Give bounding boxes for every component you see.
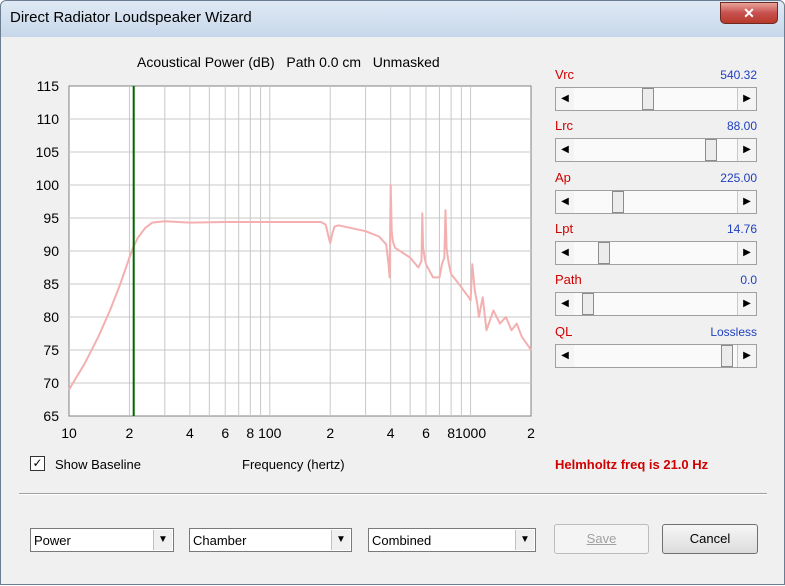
slider-lrc[interactable]: ◀ ▶	[555, 138, 757, 162]
control-label-lpt: Lpt	[555, 221, 574, 236]
y-tick-label: 115	[37, 78, 60, 94]
x-tick-label: 2	[527, 425, 535, 441]
chart-title: Acoustical Power (dB) Path 0.0 cm Unmask…	[137, 54, 440, 70]
chevron-down-icon[interactable]: ▼	[153, 530, 172, 550]
control-value-vrc: 540.32	[720, 68, 757, 82]
show-baseline-label[interactable]: Show Baseline	[55, 457, 141, 472]
y-tick-label: 65	[43, 408, 59, 424]
helmholtz-frequency-text: Helmholtz freq is 21.0 Hz	[555, 457, 709, 472]
control-value-ap: 225.00	[720, 171, 757, 185]
control-value-ql: Lossless	[710, 325, 757, 339]
slider-ap[interactable]: ◀ ▶	[555, 190, 757, 214]
control-value-lpt: 14.76	[726, 222, 757, 236]
scroll-track[interactable]	[574, 191, 738, 213]
control-label-vrc: Vrc	[555, 67, 575, 82]
y-tick-label: 90	[43, 243, 59, 259]
scroll-track[interactable]	[574, 139, 738, 161]
scroll-thumb[interactable]	[721, 345, 733, 367]
x-tick-label: 8	[246, 425, 254, 441]
scroll-left-arrow-icon[interactable]: ◀	[556, 345, 575, 367]
scroll-right-arrow-icon[interactable]: ▶	[737, 88, 756, 110]
scroll-left-arrow-icon[interactable]: ◀	[556, 88, 575, 110]
scroll-right-arrow-icon[interactable]: ▶	[737, 242, 756, 264]
x-tick-label: 2	[326, 425, 334, 441]
save-button[interactable]: Save	[554, 524, 649, 554]
control-label-path: Path	[555, 272, 582, 287]
slider-lpt[interactable]: ◀ ▶	[555, 241, 757, 265]
x-tick-label: 4	[387, 425, 395, 441]
x-tick-label: 10	[61, 425, 77, 441]
scroll-track[interactable]	[574, 293, 738, 315]
component-value: Combined	[372, 533, 432, 548]
y-tick-label: 100	[36, 177, 60, 193]
component-dropdown[interactable]: Combined ▼	[368, 528, 536, 552]
scroll-thumb[interactable]	[642, 88, 654, 110]
scroll-thumb[interactable]	[598, 242, 610, 264]
x-tick-label: 4	[186, 425, 194, 441]
x-tick-label: 2	[126, 425, 134, 441]
y-tick-label: 95	[43, 210, 59, 226]
slider-path[interactable]: ◀ ▶	[555, 292, 757, 316]
environment-dropdown[interactable]: Chamber ▼	[189, 528, 352, 552]
y-tick-label: 75	[43, 342, 59, 358]
show-baseline-checkbox[interactable]: ✓	[30, 456, 45, 471]
x-tick-label: 6	[221, 425, 229, 441]
chevron-down-icon[interactable]: ▼	[331, 530, 350, 550]
y-tick-label: 80	[43, 309, 59, 325]
scroll-right-arrow-icon[interactable]: ▶	[737, 345, 756, 367]
y-tick-label: 110	[37, 111, 60, 127]
scroll-right-arrow-icon[interactable]: ▶	[737, 139, 756, 161]
slider-vrc[interactable]: ◀ ▶	[555, 87, 757, 111]
divider	[19, 493, 767, 495]
scroll-left-arrow-icon[interactable]: ◀	[556, 191, 575, 213]
scroll-track[interactable]	[574, 345, 738, 367]
scroll-left-arrow-icon[interactable]: ◀	[556, 242, 575, 264]
x-tick-label: 6	[422, 425, 430, 441]
chevron-down-icon[interactable]: ▼	[515, 530, 534, 550]
control-label-lrc: Lrc	[555, 118, 574, 133]
scroll-thumb[interactable]	[582, 293, 594, 315]
scroll-left-arrow-icon[interactable]: ◀	[556, 293, 575, 315]
x-tick-label: 1000	[455, 425, 486, 441]
control-value-lrc: 88.00	[726, 119, 757, 133]
cancel-button[interactable]: Cancel	[662, 524, 758, 554]
wizard-window: Direct Radiator Loudspeaker Wizard ✕ 115…	[0, 0, 785, 585]
plot-type-value: Power	[34, 533, 71, 548]
frequency-axis-label: Frequency (hertz)	[242, 457, 345, 472]
y-tick-label: 85	[43, 276, 59, 292]
scroll-track[interactable]	[574, 242, 738, 264]
scroll-left-arrow-icon[interactable]: ◀	[556, 139, 575, 161]
scroll-thumb[interactable]	[705, 139, 717, 161]
y-tick-label: 70	[43, 375, 59, 391]
scroll-right-arrow-icon[interactable]: ▶	[737, 191, 756, 213]
scroll-track[interactable]	[574, 88, 738, 110]
environment-value: Chamber	[193, 533, 247, 548]
y-tick-label: 105	[36, 144, 60, 160]
scroll-right-arrow-icon[interactable]: ▶	[737, 293, 756, 315]
control-label-ap: Ap	[555, 170, 571, 185]
slider-ql[interactable]: ◀ ▶	[555, 344, 757, 368]
control-label-ql: QL	[555, 324, 573, 339]
x-tick-label: 100	[258, 425, 282, 441]
plot-type-dropdown[interactable]: Power ▼	[30, 528, 174, 552]
scroll-thumb[interactable]	[612, 191, 624, 213]
control-value-path: 0.0	[740, 273, 757, 287]
